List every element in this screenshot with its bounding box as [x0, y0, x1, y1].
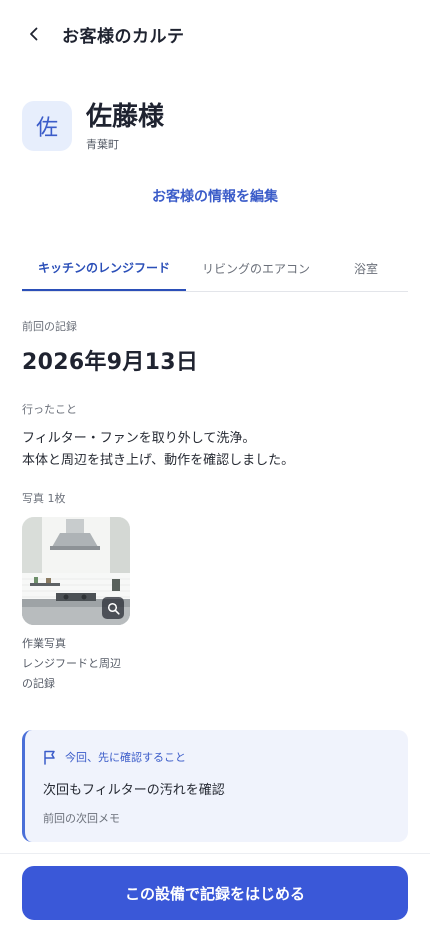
- photo-caption-line: 作業写真: [22, 637, 66, 650]
- work-done-text: フィルター・ファンを取り外して洗浄。 本体と周辺を拭き上げ、動作を確認しました。: [22, 428, 294, 472]
- work-photo-thumbnail[interactable]: [22, 517, 130, 625]
- flag-icon: [44, 750, 55, 765]
- previous-record-date: 2026年9月13日: [22, 350, 199, 375]
- tab-living-aircon[interactable]: リビングのエアコン: [186, 245, 326, 291]
- next-check-note: 今回、先に確認すること 次回もフィルターの汚れを確認 前回の次回メモ: [22, 730, 408, 842]
- note-body: 次回もフィルターの汚れを確認: [43, 783, 225, 798]
- magnifier-icon: [107, 602, 120, 615]
- edit-customer-link[interactable]: お客様の情報を編集: [0, 186, 430, 206]
- app-header: お客様のカルテ: [0, 18, 430, 50]
- photo-caption-line: の記録: [22, 677, 55, 690]
- photos-count-label: 写真 1枚: [22, 492, 66, 505]
- customer-summary: 佐 佐藤様 青葉町: [22, 100, 164, 152]
- photo-caption: 作業写真 レンジフードと周辺 の記録: [22, 634, 142, 694]
- page-title: お客様のカルテ: [62, 27, 185, 47]
- equipment-tabs: キッチンのレンジフード リビングのエアコン 浴室: [22, 245, 408, 292]
- previous-record-label: 前回の記録: [22, 320, 77, 333]
- photo-caption-line: レンジフードと周辺: [22, 657, 121, 670]
- tab-kitchen-range-hood[interactable]: キッチンのレンジフード: [22, 245, 186, 291]
- avatar: 佐: [22, 101, 72, 151]
- work-done-line: フィルター・ファンを取り外して洗浄。: [22, 431, 256, 446]
- start-record-button[interactable]: この設備で記録をはじめる: [22, 866, 408, 920]
- note-header: 今回、先に確認すること: [43, 749, 186, 765]
- customer-area: 青葉町: [86, 138, 119, 151]
- note-footer: 前回の次回メモ: [43, 812, 120, 825]
- customer-record-screen: お客様のカルテ 佐 佐藤様 青葉町 お客様の情報を編集 キッチンのレンジフード …: [0, 0, 430, 932]
- customer-name: 佐藤様: [86, 102, 165, 132]
- chevron-left-icon: [30, 27, 38, 41]
- bottom-divider: [0, 853, 430, 854]
- work-done-line: 本体と周辺を拭き上げ、動作を確認しました。: [22, 453, 295, 468]
- customer-info: 佐藤様 青葉町: [86, 100, 164, 152]
- work-done-label: 行ったこと: [22, 403, 77, 416]
- zoom-button[interactable]: [102, 597, 124, 619]
- note-heading: 今回、先に確認すること: [65, 751, 186, 764]
- back-button[interactable]: [22, 22, 46, 46]
- tab-bathroom[interactable]: 浴室: [326, 245, 406, 291]
